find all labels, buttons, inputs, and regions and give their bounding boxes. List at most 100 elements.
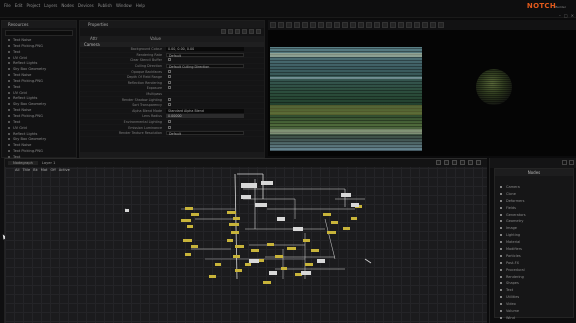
graph-node[interactable] (269, 271, 277, 275)
graph-node[interactable] (263, 281, 271, 284)
viewport-tool-icon[interactable] (406, 22, 412, 28)
checkbox[interactable] (168, 103, 171, 107)
node-category-item[interactable]: Video (500, 301, 573, 308)
graph-node[interactable] (301, 271, 311, 275)
graph-node[interactable] (185, 253, 191, 256)
graph-node[interactable] (187, 225, 193, 228)
node-category-item[interactable]: Geometry (500, 218, 573, 225)
graph-node[interactable] (327, 231, 336, 234)
menu-item[interactable]: Project (26, 3, 40, 8)
viewport-tool-icon[interactable] (366, 22, 372, 28)
viewport-tool-icon[interactable] (414, 22, 420, 28)
graph-node[interactable] (209, 275, 216, 278)
viewport-tool-icon[interactable] (430, 22, 436, 28)
menu-item[interactable]: Nodes (61, 3, 74, 8)
property-value[interactable]: Default (166, 131, 244, 136)
viewport-tool-icon[interactable] (310, 22, 316, 28)
viewport-tool-icon[interactable] (382, 22, 388, 28)
viewport-tool-icon[interactable] (278, 22, 284, 28)
viewport-tool-icon[interactable] (342, 22, 348, 28)
property-value[interactable] (166, 120, 244, 124)
viewport-tool-icon[interactable] (374, 22, 380, 28)
node-category-item[interactable]: Wind (500, 315, 573, 322)
checkbox[interactable] (168, 58, 171, 62)
viewport-tool-icon[interactable] (302, 22, 308, 28)
viewport-tool-icon[interactable] (422, 22, 428, 28)
node-category-item[interactable]: Utilities (500, 294, 573, 301)
graph-node[interactable] (343, 227, 350, 230)
property-value[interactable]: 0.00000 (166, 114, 244, 119)
viewport[interactable] (268, 20, 576, 156)
graph-node[interactable] (227, 211, 236, 214)
node-category-item[interactable]: Volume (500, 308, 573, 315)
graph-node[interactable] (181, 219, 191, 222)
graph-node[interactable] (215, 263, 221, 266)
graph-node[interactable] (249, 259, 259, 263)
graph-node[interactable] (305, 263, 313, 266)
node-category-item[interactable]: Image (500, 225, 573, 232)
checkbox[interactable] (168, 97, 171, 101)
graph-node[interactable] (241, 195, 251, 199)
property-value[interactable]: 0.00, 0.00, 0.00 (166, 47, 244, 52)
node-category-item[interactable]: Particles (500, 253, 573, 260)
viewport-tool-icon[interactable] (390, 22, 396, 28)
graph-node[interactable] (303, 239, 310, 242)
checkbox[interactable] (168, 75, 171, 79)
viewport-tool-icon[interactable] (398, 22, 404, 28)
graph-node[interactable] (351, 217, 357, 220)
node-category-item[interactable]: Text (500, 287, 573, 294)
node-category-item[interactable]: Material (500, 239, 573, 246)
graph-node[interactable] (185, 207, 193, 210)
node-category-item[interactable]: Camera (500, 184, 573, 191)
node-category-item[interactable]: Post-FX (500, 260, 573, 267)
graph-node[interactable] (233, 217, 240, 220)
graph-node[interactable] (231, 231, 239, 234)
viewport-tool-icon[interactable] (286, 22, 292, 28)
expand-icon[interactable] (562, 160, 567, 165)
graph-node[interactable] (191, 245, 198, 248)
checkbox[interactable] (168, 86, 171, 90)
property-value[interactable] (166, 69, 244, 74)
copy-icon[interactable] (235, 29, 240, 34)
node-category-item[interactable]: Generators (500, 212, 573, 219)
property-value[interactable] (166, 103, 244, 107)
viewport-tool-icon[interactable] (318, 22, 324, 28)
menu-item[interactable]: Devices (78, 3, 94, 8)
graph-node[interactable] (241, 183, 257, 188)
menu-item[interactable]: Edit (15, 3, 23, 8)
node-category-item[interactable]: Procedural (500, 267, 573, 274)
property-value[interactable]: Default Culling Direction (166, 64, 244, 69)
property-value[interactable]: Standard Alpha Blend (166, 108, 244, 113)
node-category-item[interactable]: Fields (500, 205, 573, 212)
graph-node[interactable] (277, 217, 285, 221)
viewport-tool-icon[interactable] (438, 22, 444, 28)
menu-item[interactable]: Window (116, 3, 132, 8)
graph-node[interactable] (261, 181, 273, 185)
reset-icon[interactable] (249, 29, 254, 34)
graph-node[interactable] (251, 249, 259, 252)
graph-node[interactable] (275, 255, 283, 258)
maximize-icon[interactable]: □ (564, 13, 568, 18)
graph-node[interactable] (341, 193, 351, 197)
graph-node[interactable] (255, 203, 267, 207)
node-category-item[interactable]: Lighting (500, 232, 573, 239)
minimize-icon[interactable]: – (559, 13, 561, 18)
close-icon[interactable]: ✕ (571, 13, 574, 18)
settings-icon[interactable] (256, 29, 261, 34)
graph-node[interactable] (331, 221, 338, 224)
viewport-tool-icon[interactable] (326, 22, 332, 28)
nodegraph[interactable]: Nodegraph Layer 1 All Title Bk Mat Off Active (5, 158, 487, 323)
graph-node[interactable] (183, 239, 192, 242)
menu-item[interactable]: Layers (44, 3, 57, 8)
node-category-item[interactable]: Modifiers (500, 246, 573, 253)
resources-search-input[interactable] (5, 30, 73, 36)
menu-item[interactable]: Help (136, 3, 145, 8)
graph-node[interactable] (295, 273, 302, 276)
graph-node[interactable] (235, 269, 242, 272)
node-category-item[interactable]: Deformers (500, 198, 573, 205)
property-value[interactable]: Default (166, 52, 244, 58)
viewport-tool-icon[interactable] (270, 22, 276, 28)
graph-node[interactable] (245, 263, 251, 266)
graph-node[interactable] (125, 209, 129, 212)
graph-node[interactable] (267, 243, 274, 246)
